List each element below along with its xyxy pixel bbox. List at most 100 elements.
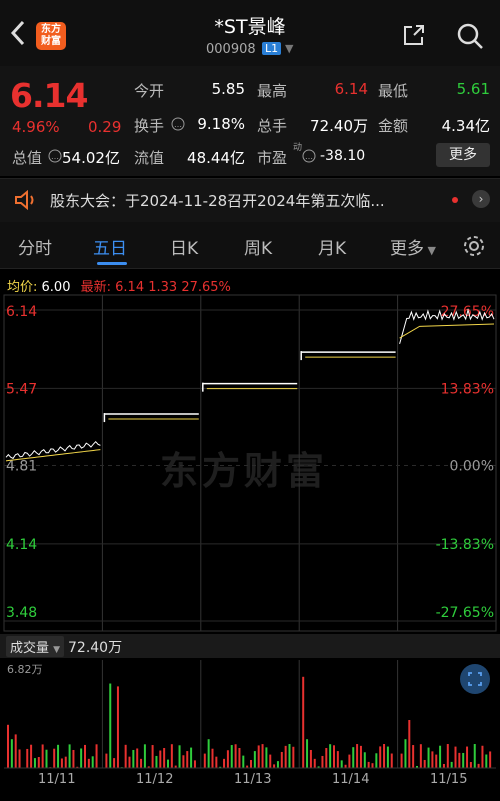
volume-bar: [30, 744, 33, 768]
volume-bar: [292, 746, 295, 768]
volume-bar: [390, 753, 393, 768]
svg-text:…: …: [174, 120, 182, 129]
high-value: 6.14: [334, 80, 368, 98]
volume-bar: [462, 752, 465, 768]
volume-bar: [412, 745, 415, 768]
volume-bar: [477, 763, 480, 768]
volume-bar: [116, 686, 119, 768]
y-tick-label-left: 6.14: [6, 304, 37, 320]
mktcap-label: 总值: [12, 149, 43, 167]
tab-daily-k[interactable]: 日K: [170, 234, 198, 259]
x-tick-label: 11/13: [234, 772, 272, 787]
pe-label: 市盈: [257, 149, 288, 167]
volume-bar: [466, 746, 469, 768]
volume-bar: [186, 751, 189, 768]
five-day-chart[interactable]: 6.14 27.65%5.47 13.83%4.81 0.00%4.14 -13.83%…: [0, 290, 500, 790]
active-tab-indicator: [97, 262, 127, 265]
volume-bar: [105, 753, 108, 768]
x-tick-label: 11/15: [430, 772, 468, 787]
volume-bar: [288, 744, 291, 768]
volume-bar: [309, 749, 312, 768]
volume-bar: [348, 754, 351, 768]
volume-bar: [250, 759, 252, 768]
volume-bar: [167, 759, 169, 768]
tab-more[interactable]: 更多 ▼: [390, 234, 436, 259]
high-label: 最高: [257, 82, 288, 100]
volume-bar: [128, 756, 131, 768]
volume-bar: [26, 748, 29, 768]
y-tick-label-right: -27.65%: [436, 605, 494, 621]
expand-chart-button[interactable]: [460, 664, 490, 694]
share-icon[interactable]: [402, 24, 426, 46]
code-dropdown-icon[interactable]: ▼: [285, 42, 293, 55]
float-value: 48.44亿: [187, 149, 245, 167]
volume-bar: [321, 755, 324, 768]
volume-bar: [178, 745, 181, 768]
volume-bar: [68, 744, 71, 768]
tab-monthly-k[interactable]: 月K: [318, 234, 346, 259]
volume-bar: [151, 745, 154, 768]
volume-bar: [242, 755, 245, 768]
pe-value: -38.10: [320, 148, 366, 164]
volume-bar: [423, 759, 426, 768]
more-quote-button[interactable]: 更多: [436, 143, 490, 167]
tab-five-day[interactable]: 五日: [93, 234, 127, 259]
info-icon[interactable]: …: [48, 149, 62, 163]
volume-bar: [450, 761, 453, 768]
volume-bar: [359, 745, 362, 768]
volume-bar: [489, 751, 492, 768]
x-tick-label: 11/11: [38, 772, 76, 787]
volume-bar: [60, 758, 63, 768]
x-tick-label: 11/12: [136, 772, 174, 787]
volume-bar: [458, 752, 461, 768]
tab-weekly-k[interactable]: 周K: [244, 234, 272, 259]
mktcap-value: 54.02亿: [62, 149, 120, 167]
volume-bar: [238, 748, 241, 768]
low-value: 5.61: [456, 80, 490, 98]
volume-indicator-select[interactable]: 成交量 ▼: [6, 636, 65, 657]
tab-intraday[interactable]: 分时: [18, 234, 52, 259]
chart-frame: [3, 294, 497, 632]
volume-bar: [333, 745, 335, 768]
volume-bar: [336, 751, 339, 768]
volume-bar: [234, 744, 237, 768]
amount-value: 4.34亿: [441, 117, 490, 135]
volume-bar: [211, 748, 214, 768]
volume-value: 72.40万: [310, 117, 368, 135]
volume-bar: [442, 763, 445, 768]
volume-bar: [371, 763, 374, 768]
svg-text:…: …: [305, 152, 313, 161]
volume-bar: [325, 748, 328, 768]
volume-bar: [113, 758, 116, 768]
volume-bar: [313, 758, 316, 768]
volume-bar: [143, 744, 146, 768]
volume-bar: [41, 744, 44, 768]
y-tick-label-right: 0.00%: [450, 459, 494, 475]
amount-label: 金额: [378, 117, 409, 135]
announcement-text[interactable]: 股东大会：于2024-11-28召开2024年第五次临...: [50, 190, 385, 211]
volume-bar: [485, 754, 488, 768]
info-icon[interactable]: …: [302, 149, 316, 163]
volume-bar: [356, 744, 359, 768]
volume-bar: [352, 747, 355, 768]
volume-bar: [481, 745, 484, 768]
x-tick-label: 11/14: [332, 772, 370, 787]
volume-bar: [95, 744, 98, 768]
volume-bar: [329, 744, 332, 768]
avg-line: [399, 323, 495, 339]
info-icon[interactable]: …: [171, 117, 185, 131]
settings-gear-icon[interactable]: [462, 234, 486, 258]
turnover-label: 换手: [134, 117, 165, 135]
volume-bar: [80, 748, 83, 768]
open-label: 今开: [134, 82, 165, 100]
volume-bar: [215, 756, 218, 768]
volume-max-label: 6.82万: [7, 663, 43, 676]
open-value: 5.85: [211, 80, 245, 98]
volume-bar: [84, 744, 86, 768]
speaker-icon: [15, 190, 34, 210]
chevron-right-icon[interactable]: ›: [472, 190, 490, 208]
search-icon[interactable]: [456, 22, 484, 50]
volume-bar: [257, 745, 260, 768]
volume-bar: [435, 754, 438, 768]
volume-bar: [419, 744, 422, 768]
